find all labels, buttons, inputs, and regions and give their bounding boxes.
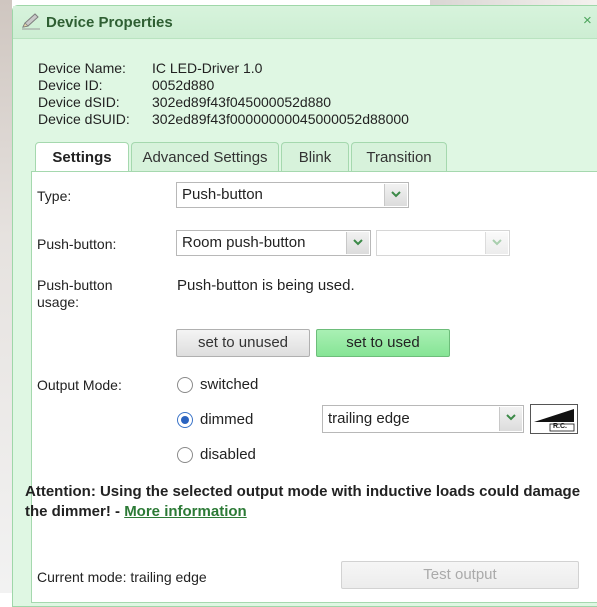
device-dsuid-label: Device dSUID: xyxy=(38,111,130,127)
output-mode-switched-label[interactable]: switched xyxy=(200,376,258,393)
tab-transition[interactable]: Transition xyxy=(351,142,447,172)
device-name-value: IC LED-Driver 1.0 xyxy=(152,60,263,76)
device-name-label: Device Name: xyxy=(38,60,126,76)
output-mode-dimmed-label[interactable]: dimmed xyxy=(200,411,253,428)
device-dsid-label: Device dSID: xyxy=(38,94,120,110)
type-select[interactable]: Push-button xyxy=(176,182,409,208)
pushbutton-select-value: Room push-button xyxy=(182,234,306,251)
pushbutton-label: Push-button: xyxy=(37,236,117,252)
attention-text: Attention: Using the selected output mod… xyxy=(25,483,581,520)
type-select-value: Push-button xyxy=(182,186,263,203)
chevron-down-icon xyxy=(384,184,407,206)
output-mode-switched-radio[interactable] xyxy=(177,377,193,393)
output-mode-dimmed-radio[interactable] xyxy=(177,412,193,428)
chevron-down-icon xyxy=(499,407,522,431)
dimming-mode-value: trailing edge xyxy=(328,410,410,427)
dialog-title: Device Properties xyxy=(46,14,173,31)
device-info: Device Name: IC LED-Driver 1.0 Device ID:… xyxy=(38,60,409,128)
type-label: Type: xyxy=(37,188,72,204)
chevron-down-icon xyxy=(485,232,508,254)
pushbutton-usage-label: Push-button usage: xyxy=(37,277,113,310)
output-mode-label: Output Mode: xyxy=(37,377,122,393)
device-id-label: Device ID: xyxy=(38,77,103,93)
close-icon[interactable]: × xyxy=(583,12,592,29)
tab-blink[interactable]: Blink xyxy=(281,142,349,172)
trailing-edge-rc-icon: R.C. xyxy=(530,404,578,434)
device-dsuid-value: 302ed89f43f00000000045000052d88000 xyxy=(152,111,409,127)
tab-settings[interactable]: Settings xyxy=(35,142,129,174)
rc-icon-label: R.C. xyxy=(553,423,567,430)
test-output-button[interactable]: Test output xyxy=(341,561,579,589)
dialog-titlebar[interactable]: Device Properties × xyxy=(13,6,597,39)
more-information-link[interactable]: More information xyxy=(124,503,247,520)
output-mode-disabled-radio[interactable] xyxy=(177,447,193,463)
output-mode-disabled-label[interactable]: disabled xyxy=(200,446,256,463)
device-dsid-value: 302ed89f43f045000052d880 xyxy=(152,94,332,110)
pencil-edit-icon xyxy=(21,12,41,30)
tab-advanced-settings[interactable]: Advanced Settings xyxy=(131,142,279,172)
dimming-mode-select[interactable]: trailing edge xyxy=(322,405,524,433)
device-id-value: 0052d880 xyxy=(152,77,215,93)
chevron-down-icon xyxy=(346,232,369,254)
pushbutton-usage-value: Push-button is being used. xyxy=(177,277,355,294)
set-to-unused-button[interactable]: set to unused xyxy=(176,329,310,357)
background-left xyxy=(0,0,12,593)
set-to-used-button[interactable]: set to used xyxy=(316,329,450,357)
pushbutton-secondary-select[interactable] xyxy=(376,230,510,256)
attention-message: Attention: Using the selected output mod… xyxy=(25,482,585,522)
current-mode-text: Current mode: trailing edge xyxy=(37,569,207,585)
pushbutton-select[interactable]: Room push-button xyxy=(176,230,371,256)
